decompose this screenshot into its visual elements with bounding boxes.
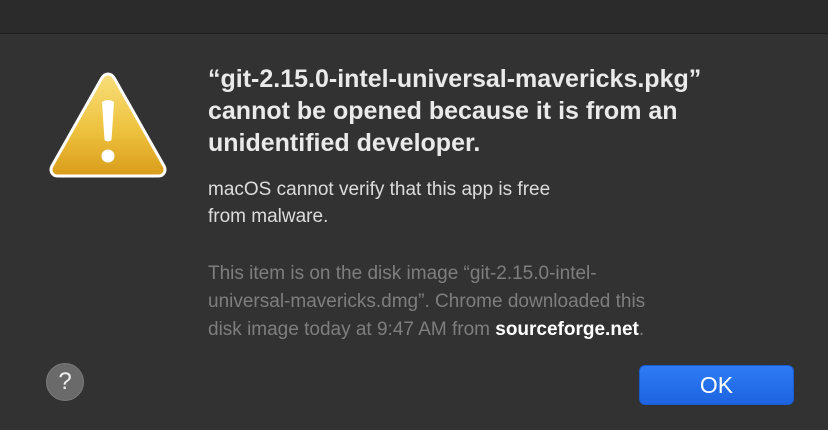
title-bar	[0, 0, 828, 34]
ok-button[interactable]: OK	[639, 365, 794, 405]
dialog-title-line: “git-2.15.0-intel-universal-mavericks.pk…	[208, 65, 702, 93]
info-line-prefix: disk image today at 9:47 AM from	[208, 319, 496, 340]
alert-dialog: “git-2.15.0-intel-universal-mavericks.pk…	[0, 0, 828, 430]
source-host: sourceforge.net	[495, 319, 639, 340]
dialog-info-text: This item is on the disk image “git-2.15…	[208, 260, 788, 344]
dialog-message-line: from malware.	[208, 206, 329, 227]
info-line: This item is on the disk image “git-2.15…	[208, 263, 597, 284]
help-button[interactable]: ?	[46, 363, 84, 401]
dialog-message: macOS cannot verify that this app is fre…	[208, 176, 768, 230]
warning-icon	[49, 72, 167, 178]
info-line: disk image today at 9:47 AM from sourcef…	[208, 316, 788, 344]
info-line-suffix: .	[638, 319, 645, 340]
dialog-message-line: macOS cannot verify that this app is fre…	[208, 179, 551, 200]
dialog-title-line: cannot be opened because it is from an	[208, 97, 678, 125]
dialog-title: “git-2.15.0-intel-universal-mavericks.pk…	[208, 63, 808, 159]
dialog-title-line: unidentified developer.	[208, 129, 481, 157]
info-line: universal-mavericks.dmg”. Chrome downloa…	[208, 291, 646, 312]
